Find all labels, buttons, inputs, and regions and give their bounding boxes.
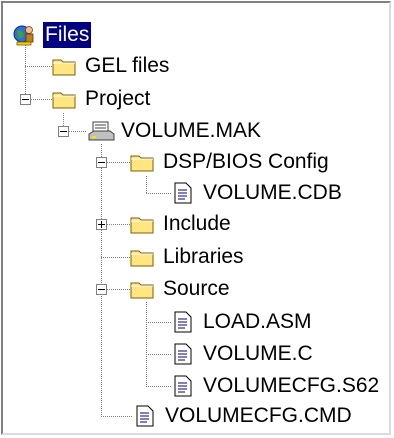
document-icon [131, 404, 159, 428]
folder-icon [51, 87, 79, 111]
globe-person-icon [11, 23, 39, 47]
tree-node-label: VOLUME.MAK [121, 119, 262, 142]
tree-node-label: Project [85, 87, 151, 110]
tree-node-label: LOAD.ASM [203, 310, 312, 333]
document-icon [169, 342, 197, 366]
tree-node-volume-mak[interactable]: VOLUME.MAK [87, 116, 263, 146]
tree-node-volume-c[interactable]: VOLUME.C [169, 339, 315, 369]
folder-icon [51, 54, 79, 78]
include-expand-toggle[interactable] [96, 219, 107, 230]
tree-node-label: Source [163, 277, 230, 300]
tree-node-files[interactable]: Files [11, 20, 93, 50]
tree-node-dsp-bios-config[interactable]: DSP/BIOS Config [129, 147, 331, 177]
folder-icon [129, 150, 157, 174]
document-icon [169, 374, 197, 398]
project-collapse-toggle[interactable] [20, 94, 31, 105]
source-collapse-toggle[interactable] [96, 284, 107, 295]
tree-node-label: VOLUMECFG.S62 [203, 374, 380, 397]
tree-node-label: VOLUME.CDB [203, 181, 342, 204]
tree-node-label: GEL files [85, 54, 170, 77]
volume-mak-collapse-toggle[interactable] [58, 126, 69, 137]
project-file-icon [87, 119, 115, 143]
tree-node-include[interactable]: Include [129, 209, 233, 239]
tree-node-load-asm[interactable]: LOAD.ASM [169, 307, 314, 337]
tree-node-source[interactable]: Source [129, 274, 232, 304]
tree-node-gel-files[interactable]: GEL files [51, 51, 171, 81]
tree-node-label: VOLUME.C [203, 342, 313, 365]
folder-icon [129, 277, 157, 301]
tree-node-label: Libraries [163, 245, 244, 268]
document-icon [169, 181, 197, 205]
tree-node-volume-cdb[interactable]: VOLUME.CDB [169, 178, 344, 208]
project-tree-panel: Files GEL files Project VOLUME.MAK DSP/B… [1, 1, 391, 435]
tree-node-project[interactable]: Project [51, 84, 152, 114]
tree-node-libraries[interactable]: Libraries [129, 242, 246, 272]
tree-node-volumecfg-s62[interactable]: VOLUMECFG.S62 [169, 371, 381, 401]
folder-icon [129, 245, 157, 269]
document-icon [169, 310, 197, 334]
tree-node-label: DSP/BIOS Config [163, 150, 329, 173]
tree-node-label: Files [41, 21, 93, 49]
tree-node-label: VOLUMECFG.CMD [165, 404, 352, 427]
folder-icon [129, 212, 157, 236]
tree-node-volumecfg-cmd[interactable]: VOLUMECFG.CMD [131, 401, 354, 431]
dsp-bios-config-collapse-toggle[interactable] [96, 157, 107, 168]
tree-node-label: Include [163, 212, 231, 235]
